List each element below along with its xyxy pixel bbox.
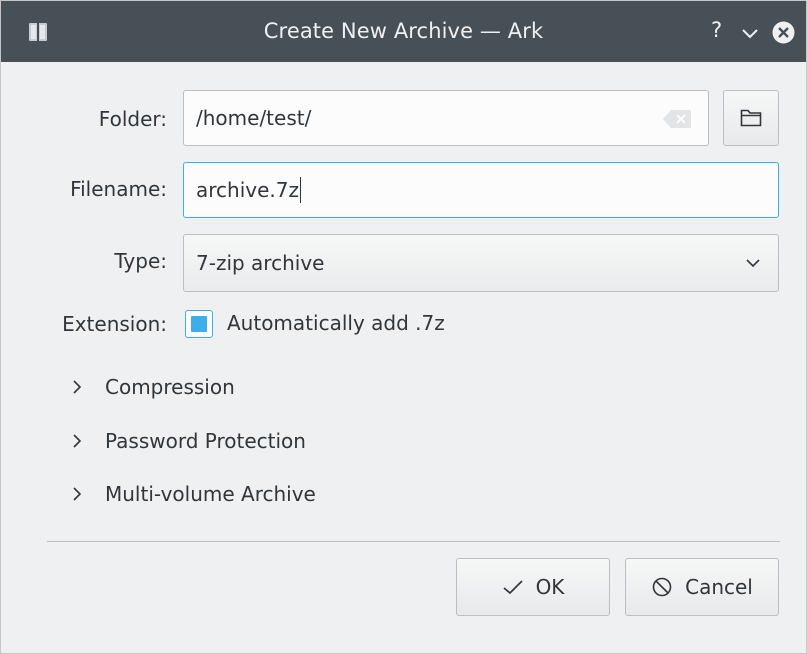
section-password-protection-label: Password Protection [105,429,306,453]
type-label: Type: [114,249,167,273]
extension-label: Extension: [62,312,167,336]
filename-input[interactable]: archive.7z [183,162,779,218]
chevron-right-icon [73,434,82,448]
chevron-right-icon [73,380,82,394]
ok-button[interactable]: OK [456,558,610,616]
folder-icon [740,109,762,127]
section-multi-volume-archive[interactable]: Multi-volume Archive [71,479,316,509]
auto-extension-label[interactable]: Automatically add .7z [227,311,445,335]
ok-button-label: OK [535,575,565,599]
folder-value: /home/test/ [196,106,312,130]
checkmark-icon [503,580,523,595]
filename-value: archive.7z [196,178,299,202]
titlebar[interactable]: Create New Archive — Ark ? [1,1,806,62]
chevron-down-icon[interactable] [739,22,761,44]
section-compression-label: Compression [105,375,235,399]
cancel-button-label: Cancel [685,575,753,599]
folder-input[interactable]: /home/test/ [183,90,709,146]
chevron-down-icon [746,259,760,268]
folder-label: Folder: [98,107,167,131]
window-title: Create New Archive — Ark [263,19,544,43]
dialog-window: Create New Archive — Ark ? Folder: /home… [0,0,807,654]
checkbox-checked-mark [191,316,207,332]
chevron-right-icon [73,487,82,501]
clear-text-icon[interactable] [662,109,692,129]
separator [47,541,780,542]
cancel-icon [652,577,672,597]
cancel-button[interactable]: Cancel [625,558,779,616]
text-caret [300,177,301,203]
type-select[interactable]: 7-zip archive [183,234,779,292]
close-icon[interactable] [771,20,796,45]
help-button[interactable]: ? [711,18,722,42]
section-compression[interactable]: Compression [71,372,235,402]
filename-label: Filename: [70,177,167,201]
section-password-protection[interactable]: Password Protection [71,426,306,456]
auto-extension-checkbox[interactable] [185,310,213,338]
browse-folder-button[interactable] [723,90,779,146]
type-selected-value: 7-zip archive [196,251,325,275]
section-multi-volume-archive-label: Multi-volume Archive [105,482,316,506]
